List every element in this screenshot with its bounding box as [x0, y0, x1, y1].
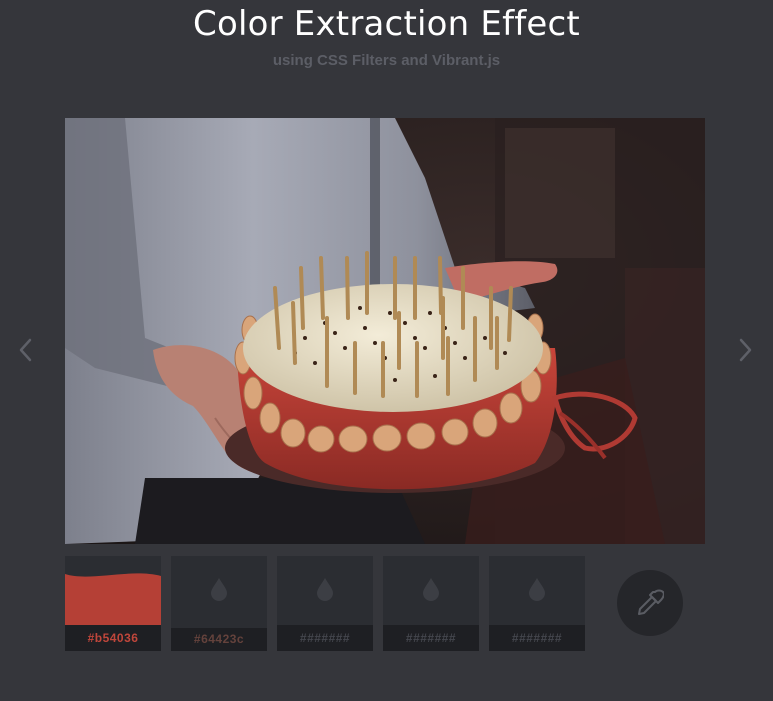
swatch-hex-label: #b54036 [65, 625, 161, 651]
page: Color Extraction Effect using CSS Filter… [0, 0, 773, 701]
color-swatch[interactable]: #64423c [171, 556, 267, 651]
carousel-image [65, 118, 705, 544]
chevron-right-icon [739, 338, 752, 362]
eyedropper-icon [638, 589, 664, 615]
cake-photo [65, 118, 705, 544]
page-subtitle: using CSS Filters and Vibrant.js [272, 52, 501, 69]
page-title: Color Extraction Effect [193, 4, 580, 44]
droplet-icon [211, 578, 227, 601]
color-swatch[interactable]: #b54036 [65, 556, 161, 651]
color-swatch[interactable]: ####### [277, 556, 373, 651]
droplet-icon [423, 578, 439, 601]
swatch-hex-label: ####### [277, 625, 373, 651]
carousel-next-button[interactable] [733, 336, 757, 364]
chevron-left-icon [19, 338, 32, 362]
eyedropper-button[interactable] [617, 570, 683, 636]
swatch-color-fill [65, 556, 161, 625]
droplet-icon [317, 578, 333, 601]
droplet-icon [529, 578, 545, 601]
swatch-hex-label: ####### [383, 625, 479, 651]
color-swatch[interactable]: ####### [489, 556, 585, 651]
swatch-hex-label: ####### [489, 625, 585, 651]
color-swatch[interactable]: ####### [383, 556, 479, 651]
swatch-hex-label: #64423c [171, 628, 267, 651]
carousel-prev-button[interactable] [14, 336, 38, 364]
